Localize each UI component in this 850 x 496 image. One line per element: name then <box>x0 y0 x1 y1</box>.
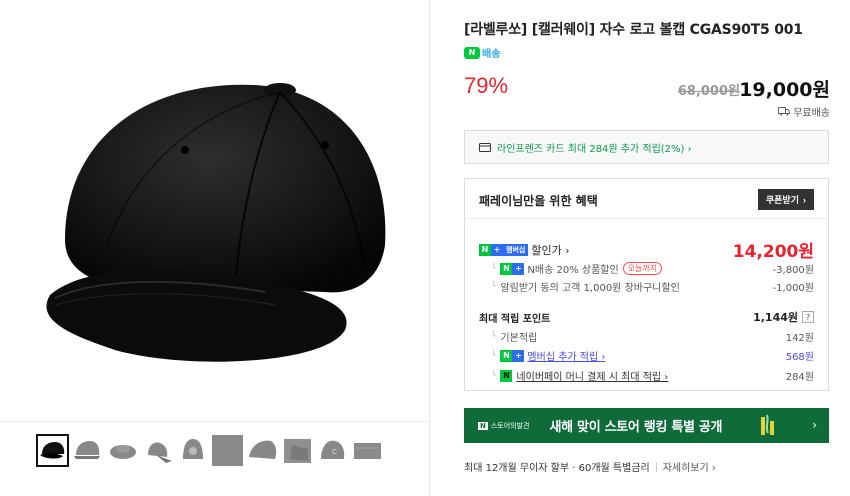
discount-item-2: └ 알림받기 동의 고객 1,000원 장바구니할인 -1,000원 <box>479 279 814 295</box>
installment-info: 최대 12개월 무이자 할부 · 60개월 특별금리 자세히보기 › <box>464 459 716 474</box>
product-title: [라벨루쏘] [캘러웨이] 자수 로고 볼캡 CGAS90T5 001 <box>464 22 803 38</box>
n-delivery-badge[interactable]: N 배송 <box>464 45 500 60</box>
discount-price-value: 14,200원 <box>732 242 814 262</box>
points-label: 최대 적립 포인트 <box>479 313 551 325</box>
indent-corner: └ <box>491 331 497 342</box>
black-cap-image <box>46 83 386 362</box>
divider <box>655 461 657 472</box>
membership-points-link[interactable]: 멤버십 추가 적립 › <box>527 348 605 363</box>
n-plus-membership-badge: N + 멤버십 <box>479 243 529 256</box>
thumb-divider <box>0 421 430 422</box>
point-item-label: 기본적립 <box>500 333 538 344</box>
chevron-right-icon: › <box>803 194 806 205</box>
discount-item-label: N배송 20% 상품할인 <box>527 265 619 276</box>
logo-mark: N <box>478 421 488 430</box>
benefit-title: 패레이님만을 위한 혜택 <box>479 194 598 208</box>
indent-corner: └ <box>491 263 497 274</box>
truck-icon <box>778 107 791 116</box>
discount-price-label: 할인가 › <box>531 243 570 257</box>
plus-badge: + <box>491 243 503 256</box>
installment-text: 최대 12개월 무이자 할부 · 60개월 특별금리 <box>464 463 650 474</box>
logo-text: 스토어의발견 <box>490 421 530 430</box>
n-delivery-icon: N <box>464 46 480 59</box>
coupon-button[interactable]: 쿠폰받기 › <box>757 189 814 210</box>
delivery-label: 배송 <box>482 49 501 60</box>
point-item-value: 284원 <box>785 372 814 383</box>
point-item-1: └ 기본적립 142원 <box>479 329 814 345</box>
banner-headline: 새해 맞이 스토어 랭킹 특별 공개 <box>549 420 723 435</box>
point-item-2[interactable]: └ N + 멤버십 추가 적립 › 568원 <box>479 348 814 363</box>
thumbnail-10[interactable] <box>351 434 384 467</box>
discount-item-value: -3,800원 <box>772 265 814 276</box>
shipping-info: 무료배송 <box>778 104 830 119</box>
point-item-value: 568원 <box>785 352 814 363</box>
discount-item-label: 알림받기 동의 고객 1,000원 장바구니할인 <box>500 283 680 294</box>
benefit-header: 패레이님만을 위한 혜택 쿠폰받기 › <box>465 179 828 219</box>
store-discovery-logo: N 스토어의발견 <box>478 421 530 431</box>
card-offer-box[interactable]: 라인프렌즈 카드 최대 284원 추가 적립(2%) › <box>464 130 829 164</box>
thumbnail-1[interactable] <box>36 434 69 467</box>
help-icon[interactable]: ? <box>802 311 814 323</box>
thumbnail-6[interactable] <box>211 434 244 467</box>
discount-item-value: -1,000원 <box>772 283 814 294</box>
point-item-value: 142원 <box>785 333 814 344</box>
discount-item-1: └ N + N배송 20% 상품할인 오늘까지 -3,800원 <box>479 261 814 276</box>
sale-price: 19,000원 <box>739 79 830 101</box>
benefit-panel: 패레이님만을 위한 혜택 쿠폰받기 › N + 멤버십 할인가 › 14,200… <box>464 178 829 391</box>
coupon-button-label: 쿠폰받기 <box>765 195 799 205</box>
thumbnail-2[interactable] <box>71 434 104 467</box>
shipping-label: 무료배송 <box>793 108 830 119</box>
thumbnail-strip: C <box>36 434 384 467</box>
thumbnail-9[interactable]: C <box>316 434 349 467</box>
n-plus-badge: N + <box>500 349 525 362</box>
points-row: 최대 적립 포인트 1,144원 ? <box>479 309 814 325</box>
indent-corner: └ <box>491 281 497 292</box>
thumbnail-3[interactable] <box>106 434 139 467</box>
today-only-badge: 오늘까지 <box>622 262 663 275</box>
indent-corner: └ <box>491 370 497 381</box>
promo-banner[interactable]: N 스토어의발견 새해 맞이 스토어 랭킹 특별 공개 › <box>464 408 829 443</box>
thumbnail-5[interactable] <box>176 434 209 467</box>
original-price: 68,000원 <box>677 84 740 99</box>
chevron-right-icon: › <box>812 418 817 432</box>
point-item-3[interactable]: └ N 네이버페이 머니 결제 시 최대 적립 › 284원 <box>479 368 814 383</box>
naver-pay-points-link[interactable]: 네이버페이 머니 결제 시 최대 적립 › <box>516 368 668 383</box>
membership-badge: 멤버십 <box>503 243 529 256</box>
indent-corner: └ <box>491 350 497 361</box>
main-product-image[interactable] <box>0 0 430 420</box>
discount-rate: 79% <box>464 73 509 98</box>
installment-more-link[interactable]: 자세히보기 › <box>663 459 716 474</box>
svg-text:C: C <box>332 448 337 456</box>
points-value: 1,144원 <box>753 311 798 324</box>
product-gallery: C <box>0 0 430 496</box>
n-badge: N <box>479 243 491 256</box>
card-offer-label: 라인프렌즈 카드 최대 284원 추가 적립(2%) › <box>497 143 692 155</box>
trophy-icon <box>761 414 774 435</box>
card-icon <box>479 142 491 152</box>
discount-price-row[interactable]: N + 멤버십 할인가 › 14,200원 <box>479 237 814 262</box>
thumbnail-7[interactable] <box>246 434 279 467</box>
n-plus-badge: N + <box>500 262 525 275</box>
thumbnail-8[interactable] <box>281 434 314 467</box>
thumbnail-4[interactable] <box>141 434 174 467</box>
naver-pay-icon: N <box>500 369 513 382</box>
